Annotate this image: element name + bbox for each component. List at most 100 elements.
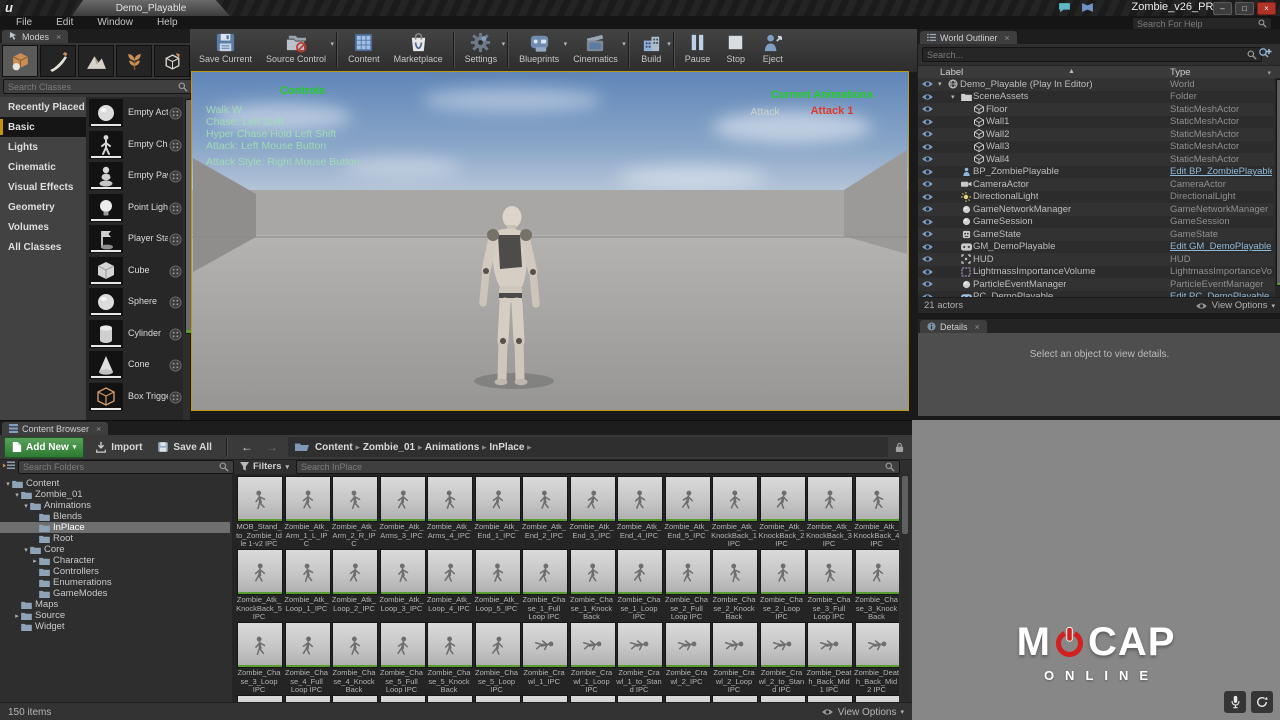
chevron-down-icon[interactable]: ▾	[667, 40, 671, 48]
grab-handle-icon[interactable]	[169, 138, 182, 152]
folder-character[interactable]: ▸ Character	[0, 555, 230, 566]
close-icon[interactable]: ×	[96, 424, 101, 434]
menu-help[interactable]: Help	[157, 17, 178, 28]
asset-thumbnail[interactable]	[237, 549, 283, 595]
placeable-thumbnail[interactable]	[89, 130, 123, 159]
asset-thumbnail[interactable]	[569, 476, 616, 522]
add-new-button[interactable]: Add New ▾	[4, 436, 85, 458]
outliner-row-wall1[interactable]: Wall1 StaticMeshActor	[918, 115, 1274, 128]
visibility-eye-icon[interactable]	[918, 243, 936, 251]
asset-thumbnail[interactable]	[807, 622, 853, 668]
placeable-item-cube[interactable]: Cube	[86, 256, 183, 288]
asset-tile-zombie-crawl-2-loop-ipc[interactable]: Zombie_Crawl_2_Loop IPC	[711, 622, 758, 695]
asset-thumbnail[interactable]	[617, 622, 663, 668]
folder-controllers[interactable]: Controllers	[0, 566, 230, 577]
paint-mode-button[interactable]	[40, 45, 76, 77]
expander-icon[interactable]: ▾	[13, 491, 21, 499]
asset-tile-zombie-atk-knockback-2-ipc[interactable]: Zombie_Atk_KnockBack_2 IPC	[759, 476, 806, 549]
asset-tile-zombie-chase-3-loop-ipc[interactable]: Zombie_Chase_3_Loop IPC	[236, 622, 283, 695]
actor-label[interactable]: Demo_Playable (Play In Editor)	[960, 79, 1093, 90]
actor-type-link[interactable]: Edit GM_DemoPlayable	[1170, 241, 1272, 252]
asset-thumbnail[interactable]	[332, 476, 378, 522]
toolbar-button-eject[interactable]: Eject	[754, 29, 791, 64]
asset-thumbnail[interactable]	[854, 476, 899, 522]
expander-icon[interactable]: ▾	[4, 480, 12, 488]
folder-enumerations[interactable]: Enumerations	[0, 577, 230, 588]
placeable-thumbnail[interactable]	[89, 382, 123, 411]
toolbar-button-blueprints[interactable]: ▾ Blueprints	[512, 29, 567, 64]
grab-handle-icon[interactable]	[169, 201, 182, 215]
chevron-down-icon[interactable]: ▾	[502, 40, 506, 48]
outliner-row-floor[interactable]: Floor StaticMeshActor	[918, 103, 1274, 116]
folder-content[interactable]: ▾ Content	[0, 478, 230, 489]
close-icon[interactable]: ×	[975, 322, 980, 332]
menu-file[interactable]: File	[16, 17, 32, 28]
asset-tile-zombie-atk-loop-3-ipc[interactable]: Zombie_Atk_Loop_3_IPC	[379, 549, 426, 613]
asset-thumbnail[interactable]	[522, 549, 568, 595]
breadcrumb-inplace[interactable]: InPlace	[489, 442, 524, 453]
asset-thumbnail[interactable]	[664, 549, 711, 595]
grab-handle-icon[interactable]	[169, 264, 182, 278]
import-button[interactable]: Import	[91, 441, 146, 453]
folder-search[interactable]	[18, 459, 234, 474]
grab-handle-icon[interactable]	[169, 359, 182, 372]
asset-tile-zombie-chase-4-knockback[interactable]: Zombie_Chase_4_KnockBack	[331, 622, 378, 695]
close-icon[interactable]: ×	[1004, 33, 1009, 43]
placeable-thumbnail[interactable]	[89, 193, 123, 222]
close-button[interactable]: ×	[1257, 2, 1276, 15]
asset-tile-zombie-atk-knockback-3-ipc[interactable]: Zombie_Atk_KnockBack_3 IPC	[806, 476, 853, 549]
asset-grid-scrollbar[interactable]	[901, 474, 909, 703]
asset-tile-zombie-atk-arm-1-l-ipc[interactable]: Zombie_Atk_Arm_1_L_IPC	[284, 476, 331, 549]
folder-blends[interactable]: Blends	[0, 511, 230, 522]
asset-thumbnail[interactable]	[237, 476, 283, 522]
placeable-item-empty-actor[interactable]: Empty Actor	[86, 99, 183, 130]
grab-handle-icon[interactable]	[169, 296, 182, 309]
content-browser-view-options[interactable]: View Options ▾	[821, 707, 904, 718]
asset-thumbnail[interactable]	[332, 549, 378, 595]
asset-tile-zombie-chase-4-full-loop-ipc[interactable]: Zombie_Chase_4_Full Loop IPC	[284, 622, 331, 695]
asset-thumbnail[interactable]	[284, 476, 331, 522]
sync-button[interactable]	[1251, 691, 1273, 713]
asset-thumbnail[interactable]	[474, 549, 521, 595]
expander-icon[interactable]: ▸	[31, 557, 39, 565]
asset-thumbnail[interactable]	[474, 476, 521, 522]
asset-thumbnail[interactable]	[284, 549, 331, 595]
asset-tile-zombie-atk-loop-4-ipc[interactable]: Zombie_Atk_Loop_4_IPC	[426, 549, 473, 613]
actor-label[interactable]: DirectionalLight	[973, 191, 1038, 202]
asset-thumbnail[interactable]	[284, 622, 331, 668]
outliner-row-directionallight[interactable]: DirectionalLight DirectionalLight	[918, 190, 1274, 203]
toolbar-button-save-current[interactable]: Save Current	[192, 29, 259, 64]
asset-tile-zombie-crawl-1-loop-ipc[interactable]: Zombie_Crawl_1_Loop IPC	[569, 622, 616, 695]
asset-tile-zombie-atk-arm-2-r-ipc[interactable]: Zombie_Atk_Arm_2_R_IPC	[331, 476, 378, 549]
chevron-down-icon[interactable]: ▾	[331, 40, 335, 48]
outliner-row-sceneassets[interactable]: ▾ SceneAssets Folder	[918, 90, 1274, 103]
outliner-row-particleeventmanager[interactable]: ParticleEventManager ParticleEventManager	[918, 278, 1274, 291]
asset-tile-zombie-atk-end-2-ipc[interactable]: Zombie_Atk_End_2_IPC	[521, 476, 568, 540]
tab-modes[interactable]: Modes ×	[2, 30, 69, 43]
visibility-eye-icon[interactable]	[918, 280, 936, 288]
asset-thumbnail[interactable]	[664, 622, 711, 668]
asset-tile-zombie-crawl-1-to-stand-ipc[interactable]: Zombie_Crawl_1_to_Stand IPC	[616, 622, 663, 695]
asset-tile-zombie-chase-5-full-loop-ipc[interactable]: Zombie_Chase_5_Full Loop IPC	[379, 622, 426, 695]
asset-tile-zombie-chase-2-full-loop-ipc[interactable]: Zombie_Chase_2_Full Loop IPC	[664, 549, 711, 622]
asset-tile-zombie-death-back-mid-2-ipc[interactable]: Zombie_Death_Back_Mid 2 IPC	[854, 622, 899, 695]
microphone-button[interactable]	[1224, 691, 1246, 713]
outliner-row-bp-zombieplayable[interactable]: BP_ZombiePlayable Edit BP_ZombiePlayable	[918, 165, 1274, 178]
modes-category-visual-effects[interactable]: Visual Effects	[0, 177, 86, 197]
folder-widget[interactable]: Widget	[0, 621, 230, 632]
asset-tile-zombie-death-back-mid-1-ipc[interactable]: Zombie_Death_Back_Mid 1 IPC	[806, 622, 853, 695]
asset-tile-mob-stand-to-zombie-idle-1-v2-ipc[interactable]: MOB_Stand_to_Zombie_Idle 1-v2 IPC	[236, 476, 283, 549]
actor-label[interactable]: ParticleEventManager	[973, 279, 1066, 290]
asset-tile-zombie-atk-knockback-1-ipc[interactable]: Zombie_Atk_KnockBack_1 IPC	[711, 476, 758, 549]
asset-tile-zombie-crawl-2-to-stand-ipc[interactable]: Zombie_Crawl_2_to_Stand IPC	[759, 622, 806, 695]
level-viewport[interactable]: Controls Walk W Chase: Left Shift Hyper Ch…	[191, 71, 909, 411]
forward-button[interactable]: →	[263, 440, 281, 454]
asset-thumbnail[interactable]	[854, 622, 899, 668]
outliner-row-wall4[interactable]: Wall4 StaticMeshActor	[918, 153, 1274, 166]
visibility-eye-icon[interactable]	[918, 105, 936, 113]
outliner-row-demo-playable-play-in-editor[interactable]: ▾ Demo_Playable (Play In Editor) World	[918, 78, 1274, 91]
asset-thumbnail[interactable]	[617, 476, 663, 522]
visibility-eye-icon[interactable]	[918, 93, 936, 101]
placeable-thumbnail[interactable]	[89, 99, 123, 127]
toolbar-button-stop[interactable]: Stop	[717, 29, 754, 64]
